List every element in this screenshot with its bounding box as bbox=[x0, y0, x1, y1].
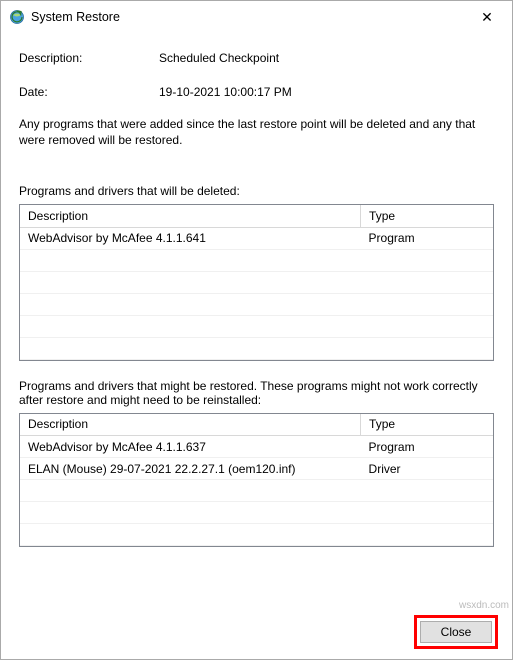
table-row[interactable] bbox=[20, 249, 493, 271]
table-row[interactable]: WebAdvisor by McAfee 4.1.1.637Program bbox=[20, 436, 493, 458]
cell-type: Driver bbox=[361, 458, 493, 480]
table-row[interactable] bbox=[20, 337, 493, 359]
table-row[interactable] bbox=[20, 315, 493, 337]
deleted-section-label: Programs and drivers that will be delete… bbox=[19, 184, 494, 198]
cell-desc bbox=[20, 337, 361, 359]
restored-col-type[interactable]: Type bbox=[361, 414, 493, 436]
table-row[interactable] bbox=[20, 524, 493, 546]
cell-type bbox=[361, 480, 493, 502]
system-restore-window: System Restore ✕ Description: Scheduled … bbox=[0, 0, 513, 660]
cell-desc bbox=[20, 249, 361, 271]
cell-type bbox=[361, 271, 493, 293]
cell-type bbox=[361, 293, 493, 315]
cell-desc bbox=[20, 480, 361, 502]
window-title: System Restore bbox=[31, 10, 466, 24]
cell-type bbox=[361, 315, 493, 337]
cell-type: Program bbox=[361, 227, 493, 249]
cell-desc bbox=[20, 315, 361, 337]
cell-desc bbox=[20, 502, 361, 524]
cell-type: Program bbox=[361, 436, 493, 458]
cell-desc bbox=[20, 271, 361, 293]
cell-type bbox=[361, 337, 493, 359]
date-label: Date: bbox=[19, 85, 159, 99]
description-row: Description: Scheduled Checkpoint bbox=[19, 51, 494, 65]
date-value: 19-10-2021 10:00:17 PM bbox=[159, 85, 292, 99]
cell-desc: ELAN (Mouse) 29-07-2021 22.2.27.1 (oem12… bbox=[20, 458, 361, 480]
titlebar: System Restore ✕ bbox=[1, 1, 512, 33]
restored-section-label: Programs and drivers that might be resto… bbox=[19, 379, 494, 407]
description-label: Description: bbox=[19, 51, 159, 65]
deleted-col-description[interactable]: Description bbox=[20, 205, 361, 227]
restored-col-description[interactable]: Description bbox=[20, 414, 361, 436]
date-row: Date: 19-10-2021 10:00:17 PM bbox=[19, 85, 494, 99]
cell-desc bbox=[20, 524, 361, 546]
explain-text: Any programs that were added since the l… bbox=[19, 117, 494, 148]
restored-table: Description Type WebAdvisor by McAfee 4.… bbox=[19, 413, 494, 548]
table-row[interactable] bbox=[20, 502, 493, 524]
cell-desc: WebAdvisor by McAfee 4.1.1.641 bbox=[20, 227, 361, 249]
cell-desc: WebAdvisor by McAfee 4.1.1.637 bbox=[20, 436, 361, 458]
window-close-button[interactable]: ✕ bbox=[466, 3, 508, 31]
table-row[interactable]: ELAN (Mouse) 29-07-2021 22.2.27.1 (oem12… bbox=[20, 458, 493, 480]
close-button-highlight: Close bbox=[414, 615, 498, 649]
table-row[interactable] bbox=[20, 293, 493, 315]
cell-type bbox=[361, 524, 493, 546]
footer: Close bbox=[1, 605, 512, 659]
cell-type bbox=[361, 249, 493, 271]
table-row[interactable]: WebAdvisor by McAfee 4.1.1.641Program bbox=[20, 227, 493, 249]
deleted-col-type[interactable]: Type bbox=[361, 205, 493, 227]
description-value: Scheduled Checkpoint bbox=[159, 51, 279, 65]
content-area: Description: Scheduled Checkpoint Date: … bbox=[1, 33, 512, 605]
table-row[interactable] bbox=[20, 271, 493, 293]
system-restore-icon bbox=[9, 9, 25, 25]
close-button[interactable]: Close bbox=[420, 621, 492, 643]
close-icon: ✕ bbox=[481, 9, 493, 26]
cell-type bbox=[361, 502, 493, 524]
table-row[interactable] bbox=[20, 480, 493, 502]
cell-desc bbox=[20, 293, 361, 315]
deleted-table: Description Type WebAdvisor by McAfee 4.… bbox=[19, 204, 494, 361]
